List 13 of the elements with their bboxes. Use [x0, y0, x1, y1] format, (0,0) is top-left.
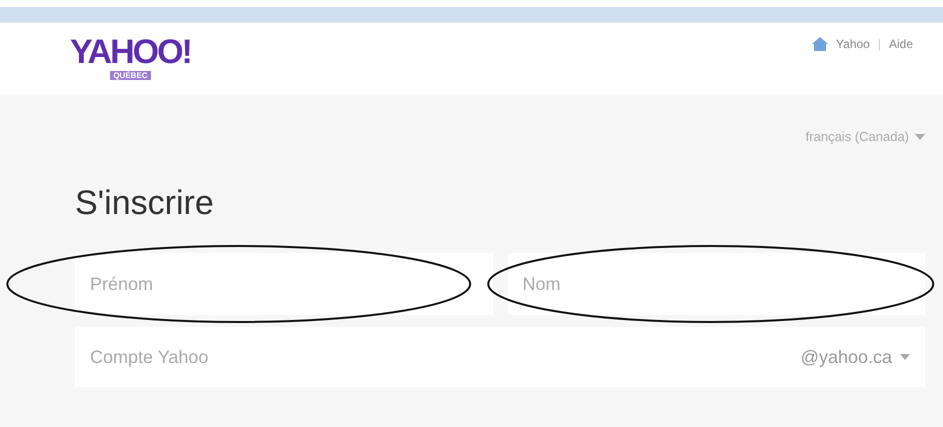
- home-icon[interactable]: [812, 37, 828, 51]
- header-link[interactable]: Yahoo: [836, 37, 870, 51]
- input-field[interactable]: Nom: [508, 253, 925, 315]
- caret-icon: [915, 134, 925, 140]
- language-selector[interactable]: français (Canada): [806, 129, 909, 144]
- caret-icon: [900, 354, 910, 360]
- input-field[interactable]: Compte Yahoo: [75, 327, 801, 387]
- input-field[interactable]: Prénom: [75, 253, 492, 315]
- logo[interactable]: YAHOO!: [70, 35, 191, 69]
- header-link[interactable]: Aide: [888, 37, 913, 51]
- separator: |: [878, 37, 881, 51]
- page-title: S'inscrire: [75, 184, 215, 223]
- logo-region: QUÉBEC: [110, 71, 151, 80]
